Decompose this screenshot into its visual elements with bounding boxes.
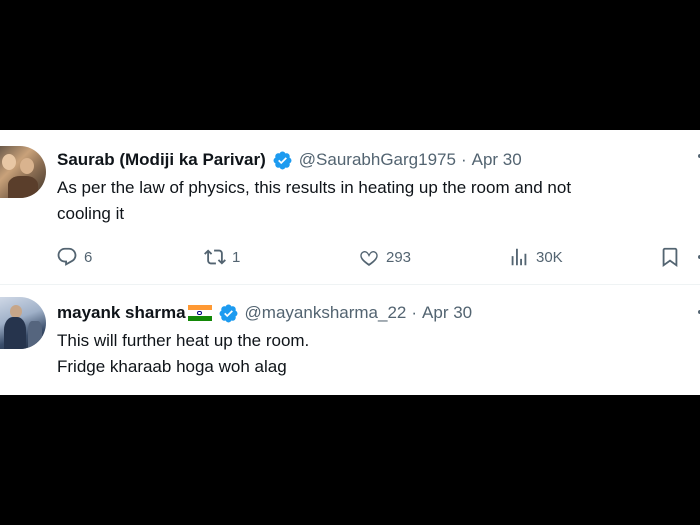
tweet-text: This will further heat up the room. Frid… bbox=[57, 328, 687, 380]
avatar[interactable] bbox=[0, 146, 46, 198]
separator-dot: · bbox=[460, 150, 467, 169]
views-chart-icon bbox=[511, 248, 527, 266]
tweet[interactable]: Saurab (Modiji ka Parivar) @SaurabhGarg1… bbox=[0, 130, 700, 284]
tweet-text-line: cooling it bbox=[57, 204, 125, 223]
user-handle[interactable]: @SaurabhGarg1975 bbox=[299, 150, 456, 170]
tweet-text: As per the law of physics, this results … bbox=[57, 175, 687, 227]
share-icon[interactable] bbox=[694, 251, 700, 263]
reply-icon bbox=[57, 247, 77, 266]
tweet-actions: 6 1 293 30K bbox=[56, 245, 700, 269]
view-count: 30K bbox=[536, 248, 563, 266]
tweet-header: Saurab (Modiji ka Parivar) @SaurabhGarg1… bbox=[57, 149, 522, 171]
verified-badge-icon bbox=[219, 304, 237, 322]
avatar[interactable] bbox=[0, 297, 46, 349]
repost-count: 1 bbox=[232, 248, 241, 266]
tweet-header: mayank sharma @mayanksharma_22 · Apr 30 bbox=[57, 302, 472, 324]
heart-icon bbox=[360, 251, 378, 266]
display-name[interactable]: Saurab (Modiji ka Parivar) bbox=[57, 150, 266, 170]
separator-dot: · bbox=[411, 303, 418, 322]
repost-icon bbox=[204, 249, 226, 265]
like-button[interactable]: 293 bbox=[358, 245, 411, 269]
bookmark-button[interactable] bbox=[659, 245, 681, 269]
tweet-date[interactable]: Apr 30 bbox=[422, 303, 472, 323]
repost-button[interactable]: 1 bbox=[204, 245, 240, 269]
tweet-date[interactable]: Apr 30 bbox=[472, 150, 522, 170]
tweet-text-line: Fridge kharaab hoga woh alag bbox=[57, 357, 287, 376]
verified-badge-icon bbox=[273, 151, 292, 169]
more-options-icon[interactable] bbox=[694, 306, 700, 318]
reply-count: 6 bbox=[84, 248, 93, 266]
like-count: 293 bbox=[386, 248, 412, 266]
views-button[interactable]: 30K bbox=[508, 245, 563, 269]
display-name[interactable]: mayank sharma bbox=[57, 303, 186, 323]
tweet-text-line: As per the law of physics, this results … bbox=[57, 178, 572, 197]
tweet-text-line: This will further heat up the room. bbox=[57, 331, 310, 350]
bookmark-icon bbox=[662, 247, 678, 268]
reply-button[interactable]: 6 bbox=[56, 245, 92, 269]
india-flag-icon bbox=[187, 305, 212, 321]
more-options-icon[interactable] bbox=[694, 150, 700, 162]
tweet-thread: Saurab (Modiji ka Parivar) @SaurabhGarg1… bbox=[0, 130, 700, 395]
user-handle[interactable]: @mayanksharma_22 bbox=[245, 303, 407, 323]
